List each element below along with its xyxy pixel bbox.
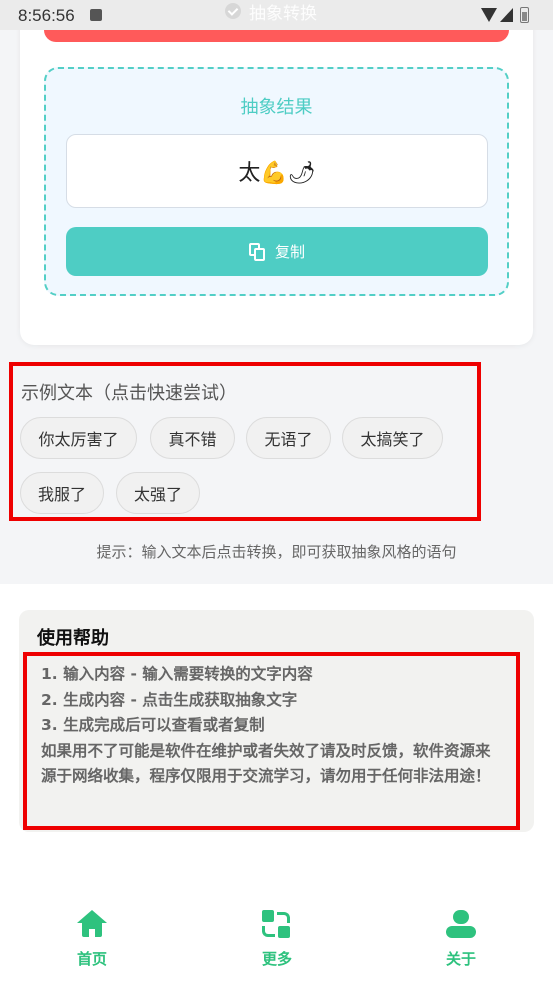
nav-home[interactable]: 首页 — [42, 910, 142, 969]
more-icon — [262, 910, 292, 940]
nav-label: 更多 — [261, 950, 292, 968]
copy-button[interactable]: 复制 — [66, 227, 488, 276]
nav-label: 关于 — [445, 950, 476, 968]
help-line: 2. 生成内容 - 点击生成获取抽象文字 — [41, 690, 298, 709]
convert-button-label[interactable]: 抽象转换 — [225, 0, 317, 24]
example-chip[interactable]: 真不错 — [150, 417, 235, 459]
example-chip[interactable]: 无语了 — [246, 417, 331, 459]
result-panel: 抽象结果 太💪🌶 复制 — [44, 67, 509, 296]
result-output: 太💪🌶 — [66, 134, 488, 208]
check-circle-icon — [225, 3, 241, 19]
user-icon — [446, 910, 476, 940]
nav-about[interactable]: 关于 — [411, 910, 511, 969]
help-section: 使用帮助 1. 输入内容 - 输入需要转换的文字内容 2. 生成内容 - 点击生… — [0, 584, 553, 884]
examples-label: 示例文本（点击快速尝试） — [21, 383, 237, 404]
signal-icon — [500, 8, 513, 22]
copy-icon — [248, 242, 265, 261]
example-chip[interactable]: 太搞笑了 — [342, 417, 443, 459]
help-title: 使用帮助 — [37, 628, 109, 649]
notification-icon — [90, 9, 102, 21]
convert-label: 抽象转换 — [249, 3, 317, 24]
examples-section: 示例文本（点击快速尝试） 你太厉害了 真不错 无语了 太搞笑了 我服了 太强了 — [9, 362, 481, 521]
help-line: 如果用不了可能是软件在维护或者失效了请及时反馈，软件资源来源于网络收集，程序仅限… — [41, 741, 491, 786]
example-chip[interactable]: 我服了 — [20, 472, 104, 514]
result-title: 抽象结果 — [240, 97, 313, 118]
wifi-icon — [481, 8, 497, 22]
nav-label: 首页 — [76, 950, 107, 968]
battery-icon — [520, 7, 529, 23]
help-content: 1. 输入内容 - 输入需要转换的文字内容 2. 生成内容 - 点击生成获取抽象… — [23, 652, 520, 830]
example-chip[interactable]: 太强了 — [116, 472, 200, 514]
hint-text: 提示：输入文本后点击转换，即可获取抽象风格的语句 — [96, 543, 457, 561]
status-time: 8:56:56 — [18, 6, 75, 25]
bottom-nav: 首页 更多 关于 — [0, 884, 553, 984]
nav-more[interactable]: 更多 — [227, 910, 327, 969]
help-line: 1. 输入内容 - 输入需要转换的文字内容 — [41, 665, 313, 683]
home-icon — [77, 910, 107, 940]
copy-label: 复制 — [274, 243, 305, 261]
example-chip[interactable]: 你太厉害了 — [20, 417, 137, 459]
help-card: 使用帮助 1. 输入内容 - 输入需要转换的文字内容 2. 生成内容 - 点击生… — [19, 610, 534, 832]
help-line: 3. 生成完成后可以查看或者复制 — [41, 716, 265, 734]
